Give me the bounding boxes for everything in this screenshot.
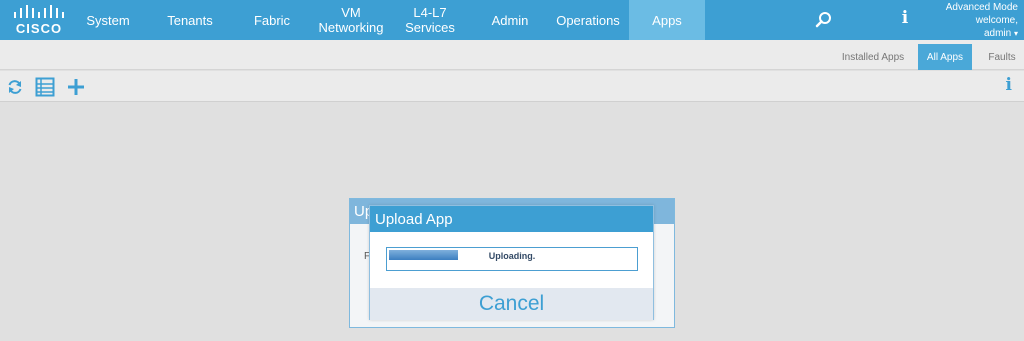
user-menu[interactable]: Advanced Mode welcome, admin ▾: [918, 1, 1018, 40]
welcome-label: welcome,: [975, 15, 1018, 26]
mode-label: Advanced Mode: [945, 2, 1018, 13]
nav-operations[interactable]: Operations: [552, 0, 624, 40]
refresh-icon[interactable]: [5, 77, 25, 97]
tab-installed-apps[interactable]: Installed Apps: [836, 44, 910, 70]
upload-app-dialog: Upload App Uploading. Cancel: [369, 205, 654, 320]
nav-apps[interactable]: Apps: [629, 0, 705, 40]
top-nav-bar: CISCO System Tenants Fabric VM Networkin…: [0, 0, 1024, 40]
list-icon[interactable]: [35, 77, 55, 97]
search-icon[interactable]: [812, 10, 834, 30]
toolbar: i: [0, 71, 1024, 102]
info-icon[interactable]: i: [897, 8, 913, 30]
nav-fabric[interactable]: Fabric: [248, 0, 296, 40]
sub-tabs-bar: Installed Apps All Apps Faults: [0, 40, 1024, 70]
user-name: admin: [983, 28, 1012, 39]
nav-admin[interactable]: Admin: [486, 0, 534, 40]
add-icon[interactable]: [66, 77, 86, 97]
nav-l4-l7-services[interactable]: L4-L7 Services: [400, 0, 460, 40]
cancel-button[interactable]: Cancel: [370, 288, 653, 320]
user-name-row[interactable]: admin ▾: [918, 27, 1018, 40]
nav-tenants[interactable]: Tenants: [162, 0, 218, 40]
cisco-bars-icon: [14, 5, 64, 18]
help-info-icon[interactable]: i: [1006, 75, 1012, 95]
tab-faults[interactable]: Faults: [980, 44, 1024, 70]
tab-all-apps[interactable]: All Apps: [918, 44, 972, 70]
nav-vm-networking[interactable]: VM Networking: [316, 0, 386, 40]
chevron-down-icon: ▾: [1013, 29, 1018, 38]
nav-system[interactable]: System: [84, 0, 132, 40]
progress-status-text: Uploading.: [488, 251, 536, 261]
logo-text: CISCO: [15, 21, 63, 36]
cisco-logo[interactable]: CISCO: [12, 4, 72, 36]
dialog-title: Upload App: [370, 206, 653, 232]
upload-progress-bar: Uploading.: [386, 247, 638, 271]
